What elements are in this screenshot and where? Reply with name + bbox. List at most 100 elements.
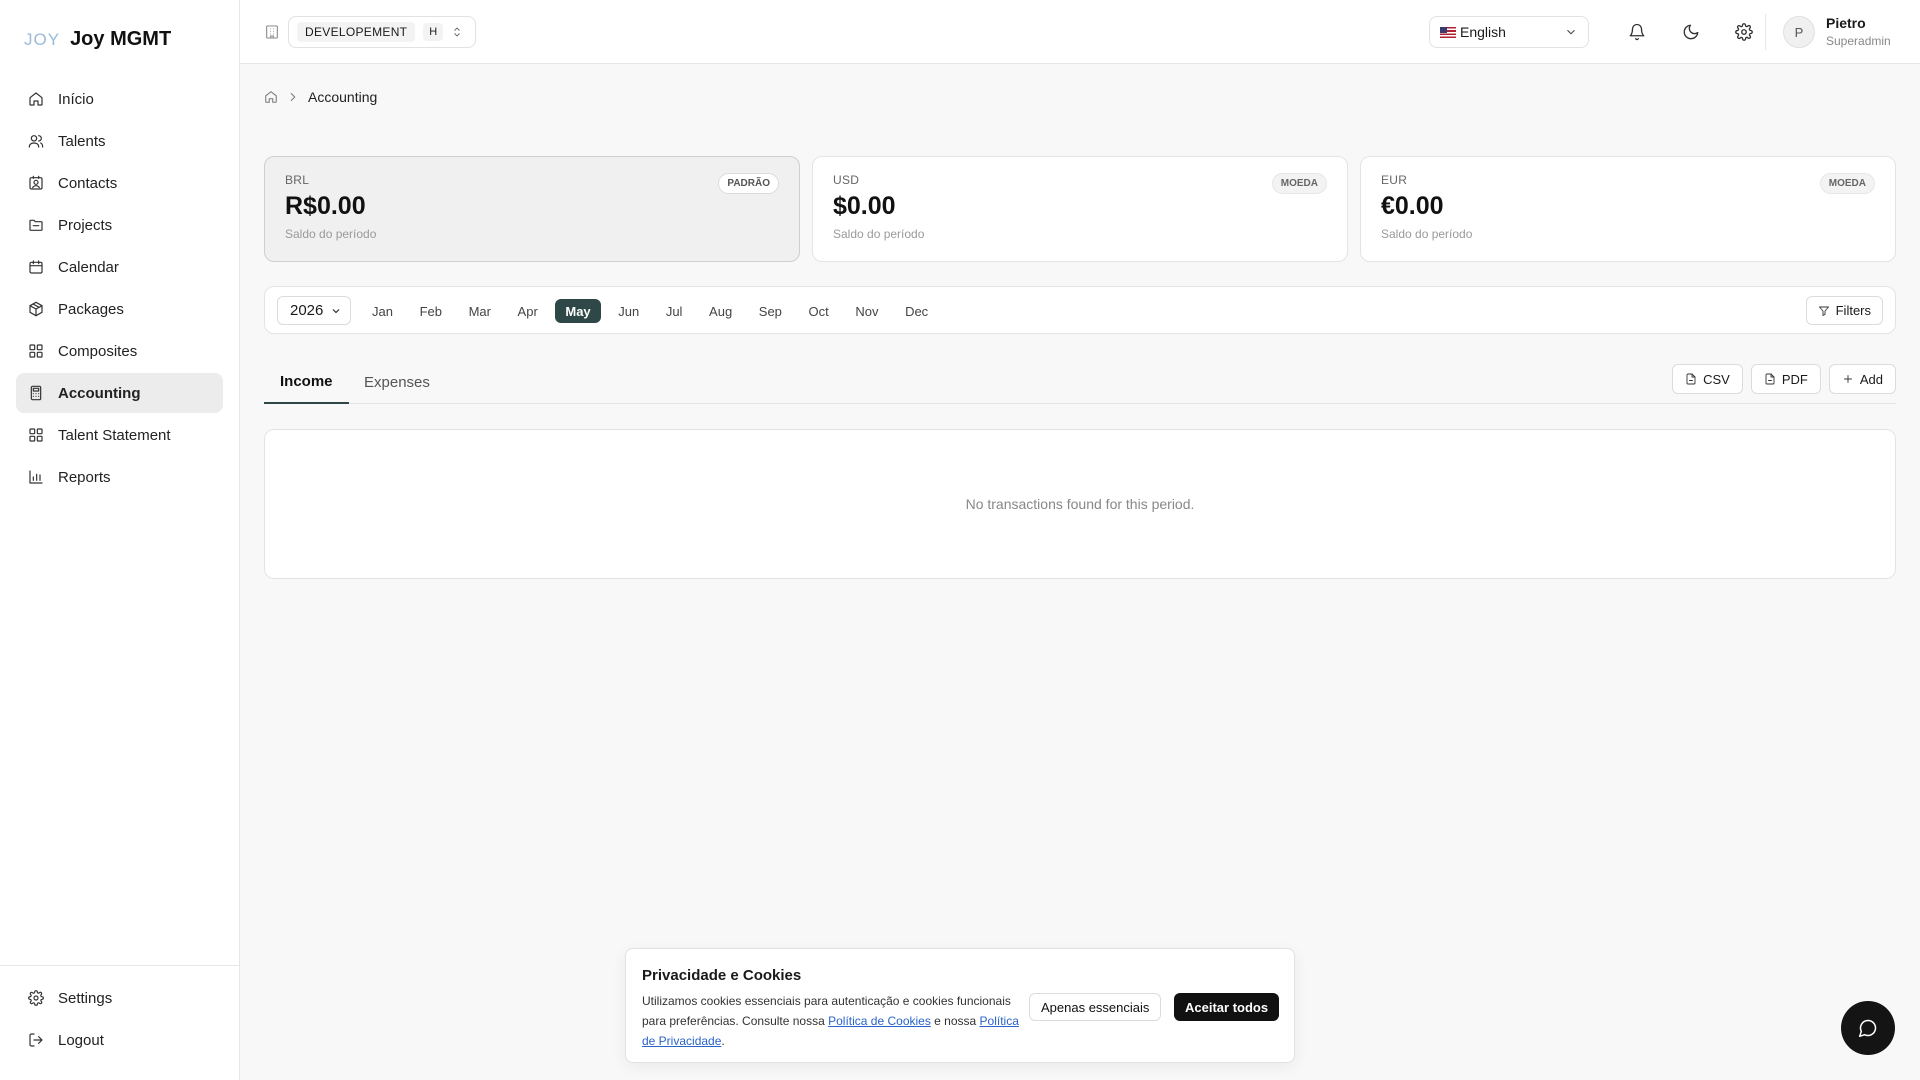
filters-label: Filters xyxy=(1835,303,1871,318)
sidebar-item-label: Talent Statement xyxy=(58,426,171,444)
month-sep[interactable]: Sep xyxy=(750,299,791,323)
user-name[interactable]: Pietro xyxy=(1826,15,1866,31)
year-select[interactable]: 2026 xyxy=(277,296,351,325)
month-mar[interactable]: Mar xyxy=(460,299,500,323)
currency-code: EUR xyxy=(1381,173,1408,187)
sidebar-item-label: Início xyxy=(58,90,94,108)
bell-icon xyxy=(1629,23,1645,41)
sidebar-item-label: Reports xyxy=(58,468,111,486)
chat-button[interactable] xyxy=(1841,1001,1895,1055)
moon-icon xyxy=(1683,24,1699,40)
accept-all-button[interactable]: Aceitar todos xyxy=(1174,993,1280,1021)
sidebar-item-talent-statement[interactable]: Talent Statement xyxy=(16,415,223,455)
logout-icon xyxy=(29,1033,43,1047)
sidebar-item-label: Packages xyxy=(58,300,124,318)
sidebar-item-logout[interactable]: Logout xyxy=(16,1020,224,1060)
month-apr[interactable]: Apr xyxy=(509,299,547,323)
notifications-button[interactable] xyxy=(1623,18,1651,46)
building-icon xyxy=(264,24,280,40)
chevron-down-icon xyxy=(1567,29,1575,35)
month-jun[interactable]: Jun xyxy=(609,299,648,323)
cookie-text: Utilizamos cookies essenciais para auten… xyxy=(642,991,1022,1051)
year-value: 2026 xyxy=(290,302,324,319)
gear-icon xyxy=(28,990,44,1006)
month-oct[interactable]: Oct xyxy=(800,299,838,323)
month-selector: Jan Feb Mar Apr May Jun Jul Aug Sep Oct … xyxy=(363,299,946,323)
environment-select[interactable]: DEVELOPEMENT H xyxy=(288,16,477,48)
theme-toggle-button[interactable] xyxy=(1677,18,1705,46)
language-select[interactable]: English xyxy=(1429,16,1589,48)
balance-amount: €0.00 xyxy=(1381,192,1444,220)
sidebar-item-label: Contacts xyxy=(58,174,118,192)
folder-icon xyxy=(29,219,43,231)
month-may[interactable]: May xyxy=(555,299,601,323)
file-icon xyxy=(1765,373,1775,385)
balance-amount: R$0.00 xyxy=(285,192,366,220)
export-pdf-button[interactable]: PDF xyxy=(1750,364,1821,394)
sidebar-item-accounting[interactable]: Accounting xyxy=(16,373,223,413)
language-label: English xyxy=(1460,24,1506,40)
sidebar-item-composites[interactable]: Composites xyxy=(16,331,223,371)
chevron-down-icon xyxy=(332,308,340,313)
cookie-policy-link[interactable]: Política de Cookies xyxy=(828,1014,931,1028)
balance-card-usd[interactable]: USD $0.00 Saldo do período MOEDA xyxy=(812,156,1348,262)
month-dec[interactable]: Dec xyxy=(896,299,937,323)
sidebar-item-label: Settings xyxy=(58,989,113,1007)
breadcrumb-current: Accounting xyxy=(308,89,378,105)
period-bar: 2026 Jan Feb Mar Apr May Jun Jul Aug Sep… xyxy=(264,286,1896,334)
pdf-label: PDF xyxy=(1781,371,1808,387)
add-transaction-button[interactable]: Add xyxy=(1828,364,1896,394)
avatar[interactable]: P xyxy=(1783,16,1815,48)
calendar-icon xyxy=(29,260,43,274)
tab-expenses[interactable]: Expenses xyxy=(348,360,446,404)
sidebar-item-inicio[interactable]: Início xyxy=(16,79,223,119)
grid-icon xyxy=(29,344,43,358)
environment-label: DEVELOPEMENT xyxy=(297,22,416,42)
environment-short-label: H xyxy=(423,23,444,41)
chevron-up-down-icon xyxy=(454,27,461,37)
header-divider xyxy=(1765,14,1766,50)
balance-subtitle: Saldo do período xyxy=(833,227,925,241)
home-icon xyxy=(29,92,43,106)
sidebar-bottom: Settings Logout xyxy=(0,965,240,1062)
sidebar-item-label: Logout xyxy=(58,1031,104,1049)
sidebar-item-label: Talents xyxy=(58,132,106,150)
filters-button[interactable]: Filters xyxy=(1805,296,1883,325)
brand[interactable]: JOY Joy MGMT xyxy=(24,28,171,51)
month-jan[interactable]: Jan xyxy=(363,299,402,323)
currency-code: USD xyxy=(833,173,860,187)
sidebar-item-settings[interactable]: Settings xyxy=(16,978,224,1018)
essential-only-button[interactable]: Apenas essenciais xyxy=(1029,993,1162,1021)
sidebar-item-calendar[interactable]: Calendar xyxy=(16,247,223,287)
balance-card-brl[interactable]: BRL R$0.00 Saldo do período PADRÃO xyxy=(264,156,800,262)
cookie-title: Privacidade e Cookies xyxy=(642,967,802,984)
sidebar-item-contacts[interactable]: Contacts xyxy=(16,163,223,203)
add-label: Add xyxy=(1859,371,1883,387)
sidebar-nav: Início Talents Contacts Projects Calenda… xyxy=(16,79,223,499)
empty-state-message: No transactions found for this period. xyxy=(965,496,1195,512)
sidebar-item-label: Composites xyxy=(58,342,138,360)
tab-income[interactable]: Income xyxy=(264,360,349,404)
sidebar-item-projects[interactable]: Projects xyxy=(16,205,223,245)
contact-card-icon xyxy=(29,175,43,190)
home-icon[interactable] xyxy=(264,90,278,104)
month-nov[interactable]: Nov xyxy=(846,299,887,323)
breadcrumb: Accounting xyxy=(264,89,377,105)
month-feb[interactable]: Feb xyxy=(411,299,451,323)
export-csv-button[interactable]: CSV xyxy=(1672,364,1743,394)
users-icon xyxy=(28,135,44,148)
balance-subtitle: Saldo do período xyxy=(285,227,377,241)
balance-card-eur[interactable]: EUR €0.00 Saldo do período MOEDA xyxy=(1360,156,1896,262)
balance-amount: $0.00 xyxy=(833,192,896,220)
sidebar-item-talents[interactable]: Talents xyxy=(16,121,223,161)
file-icon xyxy=(1686,373,1696,385)
sidebar-item-packages[interactable]: Packages xyxy=(16,289,223,329)
month-aug[interactable]: Aug xyxy=(700,299,741,323)
sidebar-item-reports[interactable]: Reports xyxy=(16,457,223,497)
package-icon xyxy=(29,301,43,317)
transactions-panel: No transactions found for this period. xyxy=(264,429,1896,579)
settings-button[interactable] xyxy=(1730,18,1758,46)
month-jul[interactable]: Jul xyxy=(657,299,692,323)
balance-subtitle: Saldo do período xyxy=(1381,227,1473,241)
cookie-banner: Privacidade e Cookies Utilizamos cookies… xyxy=(625,948,1295,1063)
